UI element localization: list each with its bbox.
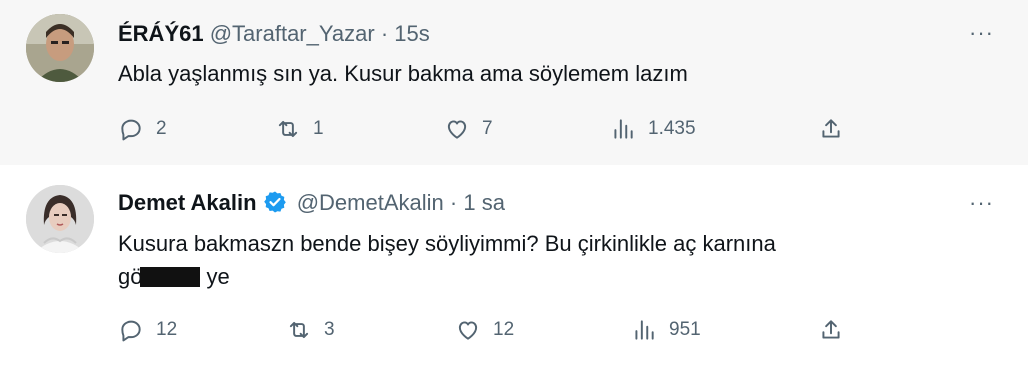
separator-dot: · — [449, 190, 458, 215]
tweet-reply[interactable]: ÉRÁÝ61 @Taraftar_Yazar · 15s ··· Abla ya… — [0, 0, 1028, 165]
analytics-icon — [635, 320, 654, 340]
view-count: 951 — [669, 319, 701, 340]
action-bar: 12 3 12 951 — [118, 315, 858, 345]
like-count: 12 — [493, 319, 515, 340]
share-button[interactable] — [818, 315, 856, 345]
user-handle[interactable]: @DemetAkalin — [297, 190, 444, 215]
views-button[interactable]: 951 — [631, 315, 701, 345]
avatar[interactable] — [26, 185, 94, 253]
retweet-button[interactable]: 1 — [275, 114, 324, 144]
view-count: 1.435 — [648, 118, 696, 139]
tweet-text-line2-start: gö — [118, 264, 143, 289]
analytics-icon — [614, 119, 633, 139]
share-button[interactable] — [818, 114, 856, 144]
verified-badge-icon — [263, 190, 287, 220]
reply-count: 2 — [156, 118, 167, 139]
tweet-text: Abla yaşlanmış sın ya. Kusur bakma ama s… — [118, 61, 688, 86]
retweet-icon — [289, 321, 309, 339]
tweet-text-line1: Kusura bakmaszn bende bişey söyliyimmi? … — [118, 231, 776, 256]
reply-count: 12 — [156, 319, 178, 340]
action-bar: 2 1 7 1.435 — [118, 114, 858, 144]
display-name[interactable]: ÉRÁÝ61 — [118, 21, 204, 46]
more-options-button[interactable]: ··· — [969, 190, 994, 216]
separator-dot: · — [380, 21, 389, 46]
reply-icon — [121, 320, 141, 342]
heart-icon — [458, 321, 478, 340]
tweet-main[interactable]: Demet Akalin @DemetAkalin · 1 sa ··· Kus… — [0, 165, 1028, 382]
retweet-count: 3 — [324, 319, 335, 340]
retweet-count: 1 — [313, 118, 324, 139]
redaction-bar — [140, 267, 201, 287]
timestamp[interactable]: 1 sa — [463, 190, 505, 215]
heart-icon — [447, 120, 467, 139]
reply-button[interactable]: 12 — [118, 315, 177, 345]
more-options-button[interactable]: ··· — [969, 20, 994, 46]
retweet-button[interactable]: 3 — [286, 315, 335, 345]
reply-button[interactable]: 2 — [118, 114, 167, 144]
display-name[interactable]: Demet Akalin — [118, 190, 257, 215]
share-icon — [822, 119, 840, 138]
share-icon — [822, 320, 840, 339]
retweet-icon — [278, 120, 298, 138]
timestamp[interactable]: 15s — [394, 21, 429, 46]
like-button[interactable]: 7 — [444, 114, 493, 144]
tweet-header: Demet Akalin @DemetAkalin · 1 sa — [118, 190, 505, 220]
tweet-text: Kusura bakmaszn bende bişey söyliyimmi? … — [118, 227, 938, 293]
avatar[interactable] — [26, 14, 94, 82]
like-button[interactable]: 12 — [455, 315, 514, 345]
tweet-header: ÉRÁÝ61 @Taraftar_Yazar · 15s — [118, 21, 430, 47]
tweet-text-line2-end: ye — [206, 264, 230, 289]
like-count: 7 — [482, 118, 493, 139]
reply-icon — [121, 119, 141, 141]
views-button[interactable]: 1.435 — [610, 114, 696, 144]
user-handle[interactable]: @Taraftar_Yazar — [210, 21, 375, 46]
